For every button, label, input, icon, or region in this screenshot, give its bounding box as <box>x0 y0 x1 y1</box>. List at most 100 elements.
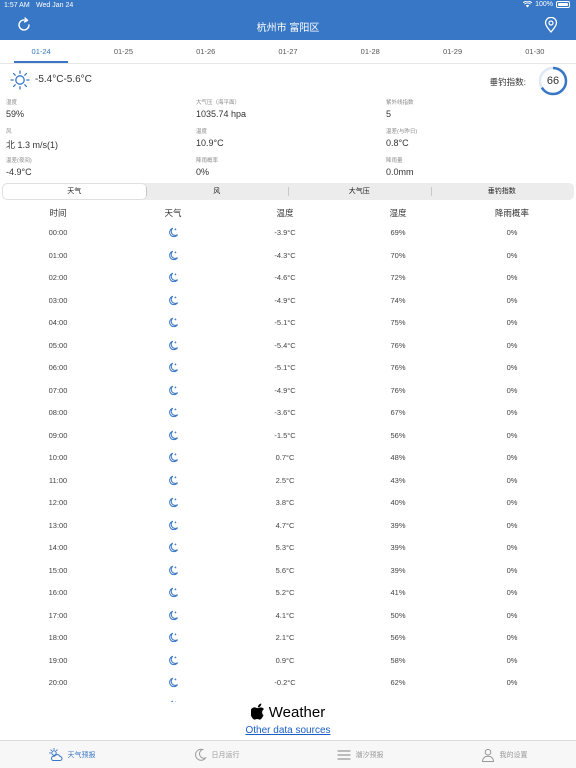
moon-cloud-icon <box>133 447 213 470</box>
moon-cloud-icon <box>133 245 213 268</box>
cell-rain-probability: 0% <box>506 340 518 350</box>
moon-cloud-icon <box>133 222 213 245</box>
cell-temperature: -4.9°C <box>274 385 296 395</box>
cell-rain-probability: 0% <box>506 295 518 305</box>
location-pin-icon[interactable] <box>544 17 558 33</box>
cell-humidity: 50% <box>390 610 406 620</box>
cell-temperature: 4.1°C <box>275 610 295 620</box>
cell-humidity: 39% <box>390 520 406 530</box>
detail-temperature: 温度 10.9°C <box>196 127 224 148</box>
wifi-icon <box>523 1 533 8</box>
tab-weather-forecast[interactable]: 天气预报 <box>0 741 144 768</box>
tab-label: 日月运行 <box>211 751 240 759</box>
cell-temperature: 0.7°C <box>275 453 295 462</box>
other-data-sources-link[interactable]: Other data sources <box>0 725 576 736</box>
segment-wind[interactable]: 风 <box>145 184 289 199</box>
cell-rain-probability: 0% <box>506 363 518 372</box>
hourly-table[interactable]: 时间 天气 温度 湿度 降雨概率 00:00 -3.9°C 69% 0% 01:00 -4… <box>0 202 576 703</box>
date-tab-1[interactable]: 01-25 <box>82 40 164 63</box>
brand-line: Weather <box>0 703 576 721</box>
moon-cloud-icon <box>133 515 213 538</box>
cell-temperature: 5.3°C <box>275 543 295 552</box>
detail-value: 0.0mm <box>386 167 414 177</box>
date-tab-0[interactable]: 01-24 <box>0 40 82 63</box>
cell-humidity: 58% <box>390 655 406 665</box>
header-rain-probability: 降雨概率 <box>494 208 529 218</box>
detail-label: 温度 <box>196 129 208 135</box>
date-tab-4[interactable]: 01-28 <box>329 40 411 63</box>
cell-humidity: 69% <box>390 228 406 237</box>
detail-temp-diff-night: 温差(夜间) -4.9°C <box>6 156 32 177</box>
cell-temperature: 4.7°C <box>275 520 295 530</box>
moon-cloud-icon <box>133 492 213 515</box>
moon-cloud-icon <box>133 357 213 380</box>
tab-my-settings[interactable]: 我的设置 <box>432 741 576 768</box>
cell-temperature: -4.3°C <box>274 250 296 260</box>
cell-time: 00:00 <box>48 228 68 237</box>
cell-time: 02:00 <box>48 273 68 282</box>
tab-label: 我的设置 <box>499 751 528 759</box>
segment-fishing-index[interactable]: 垂钓指数 <box>430 184 574 199</box>
segment-pressure[interactable]: 大气压 <box>288 184 431 199</box>
sun-icon <box>10 70 30 90</box>
detail-label: 温差(夜间) <box>6 158 32 164</box>
weather-attribution: Weather Other data sources <box>0 702 576 740</box>
detail-value: 0% <box>196 167 210 177</box>
cell-temperature: -5.1°C <box>274 318 296 327</box>
cell-rain-probability: 0% <box>506 385 518 395</box>
cell-humidity: 40% <box>390 498 406 507</box>
cell-humidity: 39% <box>390 565 406 575</box>
detail-uv-index: 紫外线指数 5 <box>386 98 414 119</box>
cell-rain-probability: 0% <box>506 610 518 620</box>
cell-time: 10:00 <box>48 453 68 462</box>
tab-tide-forecast[interactable]: 潮汐预报 <box>288 741 432 768</box>
tab-sun-moon[interactable]: 日月运行 <box>144 741 288 768</box>
tab-bar: 天气预报 日月运行 潮汐预报 我的设置 <box>0 740 576 768</box>
table-row: 04:00 -5.1°C 75% 0% <box>0 312 576 335</box>
status-time: 1:57 AM <box>4 2 30 9</box>
detail-temp-diff-yesterday: 温差(与昨日) 0.8°C <box>386 127 417 148</box>
moon-cloud-icon <box>133 560 213 583</box>
cell-humidity: 39% <box>390 543 406 552</box>
cell-temperature: 0.9°C <box>275 655 295 665</box>
cell-humidity: 76% <box>390 363 406 372</box>
cell-time: 20:00 <box>48 678 68 687</box>
table-row: 16:00 5.2°C 41% 0% <box>0 582 576 605</box>
apple-logo-icon <box>250 703 264 720</box>
cell-temperature: -0.2°C <box>274 678 296 687</box>
detail-label: 降雨量 <box>386 158 403 164</box>
cell-time: 09:00 <box>48 430 68 440</box>
table-row: 20:00 -0.2°C 62% 0% <box>0 672 576 695</box>
moon-cloud-icon <box>133 537 213 560</box>
cell-humidity: 56% <box>390 430 406 440</box>
date-tab-6[interactable]: 01-30 <box>494 40 576 63</box>
cell-humidity: 75% <box>390 318 406 327</box>
moon-cloud-icon <box>133 290 213 313</box>
segment-weather[interactable]: 天气 <box>3 184 146 199</box>
cell-time: 01:00 <box>48 250 68 260</box>
table-row: 02:00 -4.6°C 72% 0% <box>0 267 576 290</box>
page-title: 杭州市 富阳区 <box>256 23 320 34</box>
status-bar: 1:57 AM Wed Jan 24 100% <box>0 0 576 12</box>
cell-time: 17:00 <box>48 610 68 620</box>
table-row: 18:00 2.1°C 56% 0% <box>0 627 576 650</box>
cell-humidity: 48% <box>390 453 406 462</box>
moon-cloud-icon <box>133 605 213 628</box>
date-tab-5[interactable]: 01-29 <box>411 40 493 63</box>
detail-value: 北 1.3 m/s(1) <box>6 140 59 150</box>
cell-temperature: 2.5°C <box>275 475 295 485</box>
cell-time: 13:00 <box>48 520 68 530</box>
cell-temperature: 3.8°C <box>275 498 295 507</box>
date-tab-3[interactable]: 01-27 <box>247 40 329 63</box>
cell-time: 19:00 <box>48 655 68 665</box>
cell-rain-probability: 0% <box>506 565 518 575</box>
table-row: 00:00 -3.9°C 69% 0% <box>0 222 576 245</box>
cell-humidity: 76% <box>390 385 406 395</box>
detail-label: 风 <box>6 129 12 135</box>
detail-value: 59% <box>6 109 25 119</box>
cell-rain-probability: 0% <box>506 543 518 552</box>
date-tab-2[interactable]: 01-26 <box>165 40 247 63</box>
cell-rain-probability: 0% <box>506 475 518 485</box>
cell-temperature: 5.6°C <box>275 565 295 575</box>
moon-cloud-icon <box>133 335 213 358</box>
